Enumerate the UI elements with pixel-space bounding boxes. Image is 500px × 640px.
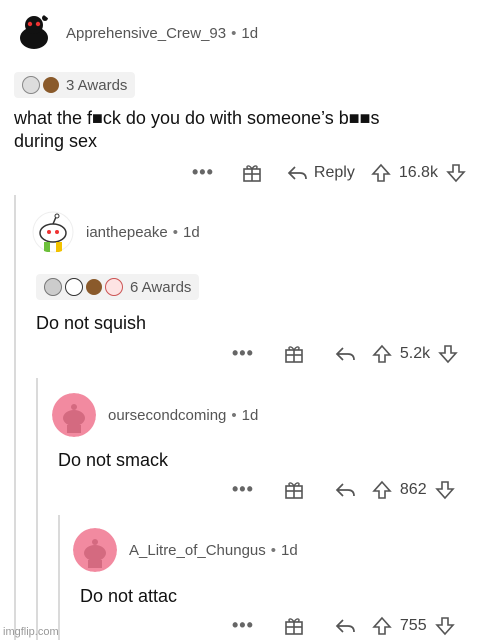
awards-count: 6 Awards — [130, 278, 192, 296]
avatar[interactable] — [12, 12, 54, 54]
reply-label: Reply — [313, 163, 355, 181]
gift-award-icon[interactable] — [284, 480, 304, 500]
more-options-icon[interactable]: ••• — [232, 343, 254, 364]
awards-bar[interactable]: 6 Awards — [36, 274, 200, 300]
reply-icon[interactable] — [334, 481, 356, 499]
comment-body: Do not attac — [80, 586, 178, 606]
comment-actions: ••• 862 — [232, 479, 455, 500]
reply-button[interactable]: Reply — [286, 164, 355, 182]
reply-icon[interactable] — [334, 617, 356, 635]
downvote-icon[interactable] — [434, 480, 455, 500]
upvote-icon[interactable] — [372, 480, 392, 500]
comment-actions: ••• Reply 16.8k — [192, 162, 466, 183]
comment-body-line: what the f■ck do you do with someone’s b… — [14, 108, 380, 128]
more-options-icon[interactable]: ••• — [232, 615, 254, 636]
avatar[interactable] — [73, 528, 117, 572]
award-icon — [65, 278, 83, 296]
downvote-icon[interactable] — [434, 616, 455, 636]
comment-header: oursecondcoming • 1d — [52, 393, 258, 437]
comment-body: Do not squish — [36, 313, 147, 333]
awards-count: 3 Awards — [66, 76, 128, 94]
timestamp: 1d — [241, 406, 259, 424]
timestamp: 1d — [183, 223, 200, 241]
reply-icon[interactable] — [334, 345, 356, 363]
upvote-icon[interactable] — [372, 616, 392, 636]
username[interactable]: A_Litre_of_Chungus — [129, 542, 266, 559]
avatar[interactable] — [32, 211, 74, 253]
reply-icon — [287, 165, 307, 180]
award-icon — [86, 279, 102, 295]
separator-dot: • — [231, 24, 237, 42]
more-options-icon[interactable]: ••• — [192, 162, 214, 183]
comment-body-line: during sex — [14, 131, 98, 151]
username[interactable]: oursecondcoming — [108, 407, 226, 424]
comment-4: A_Litre_of_Chungus • 1d Do not attac •••… — [0, 515, 500, 640]
gift-award-icon[interactable] — [284, 616, 304, 636]
comment-header: A_Litre_of_Chungus • 1d — [73, 528, 298, 572]
vote-score: 862 — [399, 480, 427, 498]
comment-3: oursecondcoming • 1d Do not smack ••• 86… — [0, 378, 500, 515]
username[interactable]: ianthepeake — [86, 224, 168, 241]
vote-score: 16.8k — [398, 163, 438, 181]
avatar[interactable] — [52, 393, 96, 437]
vote-score: 755 — [399, 616, 427, 634]
downvote-icon[interactable] — [438, 344, 458, 364]
vote-score: 5.2k — [399, 344, 431, 362]
award-icon — [43, 77, 59, 93]
awards-bar[interactable]: 3 Awards — [14, 72, 136, 98]
award-icon — [44, 278, 62, 296]
more-options-icon[interactable]: ••• — [232, 479, 254, 500]
downvote-icon[interactable] — [446, 163, 466, 183]
watermark: imgflip.com — [3, 626, 59, 638]
comment-body: Do not smack — [58, 450, 169, 470]
timestamp: 1d — [241, 24, 259, 42]
username[interactable]: Apprehensive_Crew_93 — [66, 25, 226, 42]
gift-award-icon[interactable] — [284, 344, 304, 364]
comment-1: Apprehensive_Crew_93 • 1d 3 Awards what … — [0, 0, 500, 195]
timestamp: 1d — [281, 541, 298, 559]
comment-body: what the f■ck do you do with someone’s b… — [14, 107, 484, 153]
award-icon — [105, 278, 123, 296]
upvote-icon[interactable] — [371, 163, 391, 183]
comment-actions: ••• 755 — [232, 615, 455, 636]
comment-2: ianthepeake • 1d 6 Awards Do not squish … — [0, 195, 500, 378]
separator-dot: • — [270, 541, 277, 559]
separator-dot: • — [172, 223, 179, 241]
gift-award-icon[interactable] — [242, 163, 262, 183]
comment-header: Apprehensive_Crew_93 • 1d — [12, 12, 258, 54]
separator-dot: • — [231, 406, 237, 424]
comment-header: ianthepeake • 1d — [32, 211, 200, 253]
comment-actions: ••• 5.2k — [232, 343, 458, 364]
award-icon — [22, 76, 40, 94]
upvote-icon[interactable] — [372, 344, 392, 364]
